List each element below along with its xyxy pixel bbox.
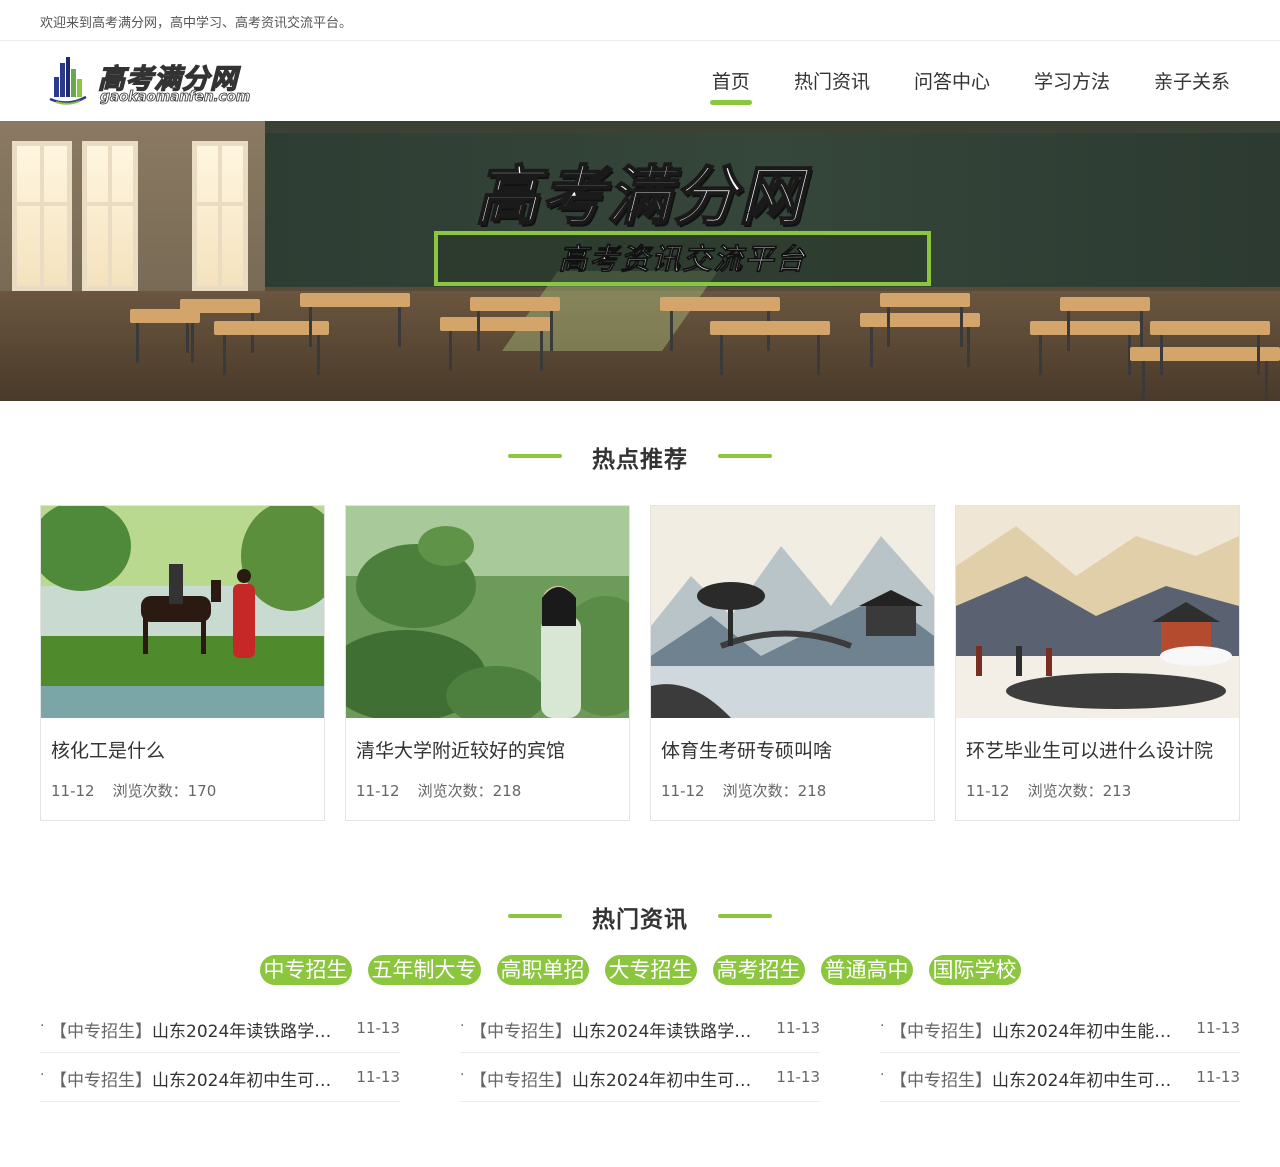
- hero-banner: 高考满分网 高考资讯交流平台: [0, 121, 1280, 401]
- article-title[interactable]: 清华大学附近较好的宾馆: [356, 736, 565, 763]
- section-heading-hot: 热点推荐: [0, 440, 1280, 473]
- building-chart-logo-icon: [49, 57, 87, 105]
- article-card[interactable]: 核化工是什么 11-12 浏览次数：170: [40, 505, 325, 821]
- section-title: 热门资讯: [592, 907, 688, 933]
- article-thumbnail[interactable]: [651, 506, 934, 718]
- category-tabs: 中专招生 五年制大专 高职单招 大专招生 高考招生 普通高中 国际学校: [0, 955, 1280, 985]
- article-thumbnail[interactable]: [346, 506, 629, 718]
- view-count: 213: [1102, 782, 1132, 800]
- news-item[interactable]: · 【中专招生】山东2024年初中生可以上什么学校 11-13: [880, 1053, 1240, 1102]
- views-label: 浏览次数：: [417, 782, 493, 800]
- banner-desk: [710, 321, 830, 375]
- site-logo[interactable]: 高考满分网 gaokaomanfen.com: [48, 55, 251, 111]
- banner-title: 高考满分网: [474, 159, 805, 235]
- article-title[interactable]: 环艺毕业生可以进什么设计院: [966, 736, 1213, 763]
- section-title: 热点推荐: [592, 447, 688, 473]
- article-meta: 11-12 浏览次数：218: [356, 780, 521, 801]
- article-meta: 11-12 浏览次数：170: [51, 780, 216, 801]
- article-title[interactable]: 核化工是什么: [51, 736, 165, 763]
- news-title[interactable]: 【中专招生】山东2024年初中生可以读什么学校: [50, 1066, 340, 1091]
- tab-junior-college[interactable]: 大专招生: [604, 955, 697, 985]
- news-date: 11-13: [356, 1019, 400, 1037]
- thumbnail-riverside-scene: [41, 506, 324, 718]
- bullet-dot-icon: ·: [880, 1018, 885, 1034]
- article-date: 11-12: [966, 782, 1010, 800]
- heading-line-right: [718, 914, 772, 918]
- banner-desk: [130, 309, 200, 363]
- nav-item-study-methods[interactable]: 学习方法: [1034, 41, 1110, 121]
- news-title[interactable]: 【中专招生】山东2024年初中生能读什么学校: [890, 1017, 1180, 1042]
- logo-domain: gaokaomanfen.com: [100, 89, 251, 106]
- banner-desk: [1150, 321, 1270, 375]
- bullet-dot-icon: ·: [460, 1018, 465, 1034]
- banner-subtitle: 高考资讯交流平台: [558, 242, 807, 277]
- news-title[interactable]: 【中专招生】山东2024年读铁路学校有什么专业: [50, 1017, 340, 1042]
- nav-item-parenting[interactable]: 亲子关系: [1154, 41, 1230, 121]
- article-card[interactable]: 体育生考研专硕叫啥 11-12 浏览次数：218: [650, 505, 935, 821]
- section-heading-news: 热门资讯: [0, 900, 1280, 933]
- banner-subtitle-box: 高考资讯交流平台: [434, 231, 931, 286]
- news-date: 11-13: [1196, 1019, 1240, 1037]
- heading-line-right: [718, 454, 772, 458]
- news-title[interactable]: 【中专招生】山东2024年初中生可以上什么学校: [890, 1066, 1180, 1091]
- thumbnail-lotus-scene: [346, 506, 629, 718]
- banner-desk: [300, 293, 410, 347]
- tab-gaokao-admission[interactable]: 高考招生: [712, 955, 805, 985]
- nav-item-home[interactable]: 首页: [709, 41, 752, 121]
- article-date: 11-12: [51, 782, 95, 800]
- article-date: 11-12: [661, 782, 705, 800]
- tab-high-school[interactable]: 普通高中: [820, 955, 913, 985]
- tab-secondary-vocational[interactable]: 中专招生: [259, 955, 352, 985]
- view-count: 170: [187, 782, 217, 800]
- news-date: 11-13: [776, 1019, 820, 1037]
- news-item[interactable]: · 【中专招生】山东2024年读铁路学校哪个专业好 11-13: [460, 1004, 820, 1053]
- banner-desk: [1060, 297, 1150, 351]
- article-date: 11-12: [356, 782, 400, 800]
- view-count: 218: [797, 782, 827, 800]
- news-item[interactable]: · 【中专招生】山东2024年初中生可以学什么技术 11-13: [460, 1053, 820, 1102]
- article-meta: 11-12 浏览次数：218: [661, 780, 826, 801]
- news-column: · 【中专招生】山东2024年初中生能读什么学校 11-13 · 【中专招生】山…: [880, 1004, 1240, 1102]
- bullet-dot-icon: ·: [880, 1067, 885, 1083]
- main-nav: 首页 热门资讯 问答中心 学习方法 亲子关系: [668, 41, 1230, 121]
- tab-vocational-single-admission[interactable]: 高职单招: [496, 955, 589, 985]
- banner-desk: [470, 297, 560, 351]
- news-date: 11-13: [356, 1068, 400, 1086]
- article-thumbnail[interactable]: [956, 506, 1239, 718]
- news-date: 11-13: [1196, 1068, 1240, 1086]
- banner-desk: [660, 297, 780, 351]
- news-item[interactable]: · 【中专招生】山东2024年读铁路学校有什么专业 11-13: [40, 1004, 400, 1053]
- news-column: · 【中专招生】山东2024年读铁路学校有什么专业 11-13 · 【中专招生】…: [40, 1004, 400, 1102]
- thumbnail-snow-landscape: [956, 506, 1239, 718]
- thumbnail-ink-landscape: [651, 506, 934, 718]
- views-label: 浏览次数：: [1027, 782, 1103, 800]
- news-column: · 【中专招生】山东2024年读铁路学校哪个专业好 11-13 · 【中专招生】…: [460, 1004, 820, 1102]
- bullet-dot-icon: ·: [460, 1067, 465, 1083]
- tab-five-year-college[interactable]: 五年制大专: [367, 955, 481, 985]
- top-bar: 欢迎来到高考满分网，高中学习、高考资讯交流平台。: [0, 0, 1280, 41]
- views-label: 浏览次数：: [722, 782, 798, 800]
- news-date: 11-13: [776, 1068, 820, 1086]
- tab-international-school[interactable]: 国际学校: [928, 955, 1021, 985]
- news-item[interactable]: · 【中专招生】山东2024年初中生能读什么学校 11-13: [880, 1004, 1240, 1053]
- news-item[interactable]: · 【中专招生】山东2024年初中生可以读什么学校 11-13: [40, 1053, 400, 1102]
- bullet-dot-icon: ·: [40, 1067, 45, 1083]
- welcome-text: 欢迎来到高考满分网，高中学习、高考资讯交流平台。: [40, 16, 353, 31]
- news-title[interactable]: 【中专招生】山东2024年读铁路学校哪个专业好: [470, 1017, 760, 1042]
- views-label: 浏览次数：: [112, 782, 188, 800]
- view-count: 218: [492, 782, 522, 800]
- site-header: 高考满分网 gaokaomanfen.com 首页 热门资讯 问答中心 学习方法…: [0, 41, 1280, 121]
- article-thumbnail[interactable]: [41, 506, 324, 718]
- bullet-dot-icon: ·: [40, 1018, 45, 1034]
- article-title[interactable]: 体育生考研专硕叫啥: [661, 736, 832, 763]
- nav-item-qa-center[interactable]: 问答中心: [914, 41, 990, 121]
- article-card[interactable]: 环艺毕业生可以进什么设计院 11-12 浏览次数：213: [955, 505, 1240, 821]
- news-title[interactable]: 【中专招生】山东2024年初中生可以学什么技术: [470, 1066, 760, 1091]
- article-meta: 11-12 浏览次数：213: [966, 780, 1131, 801]
- banner-desk: [880, 293, 970, 347]
- article-card[interactable]: 清华大学附近较好的宾馆 11-12 浏览次数：218: [345, 505, 630, 821]
- nav-item-hot-news[interactable]: 热门资讯: [794, 41, 870, 121]
